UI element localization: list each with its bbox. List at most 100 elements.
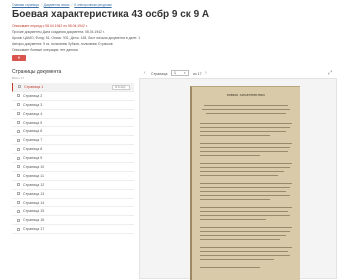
page-list-item-label: Страница 1 <box>24 84 44 89</box>
document-text-line <box>200 227 292 228</box>
page-list-item-label: Страница 2 <box>23 93 43 98</box>
zoom-icon[interactable]: ⤢ <box>328 70 332 76</box>
document-text-line <box>200 219 266 220</box>
page-checkbox[interactable] <box>17 183 20 187</box>
page-list-item[interactable]: Страница 13 <box>12 190 134 199</box>
page-list-item-label: Страница 15 <box>23 209 45 214</box>
document-text-line <box>200 171 284 172</box>
breadcrumb: Главная страница / Документы эпохи / К элект… <box>12 3 112 7</box>
breadcrumb-link-resources[interactable]: К электронным ресурсам <box>74 3 111 7</box>
page-list-item[interactable]: Страница 1 К 1 стр. <box>12 83 134 92</box>
page-checkbox[interactable] <box>17 121 20 124</box>
document-text-line <box>200 135 270 136</box>
page-checkbox[interactable] <box>17 103 20 107</box>
page-list-item[interactable]: Страница 8 <box>12 145 134 155</box>
document-text-line <box>200 151 288 152</box>
next-page-icon[interactable]: › <box>205 70 207 76</box>
document-text-line <box>200 191 286 192</box>
chevron-down-icon: ▾ <box>184 71 186 75</box>
document-scan-title: БОЕВАЯ ХАРАКТЕРИСТИКА <box>227 93 265 97</box>
page-list-item[interactable]: Страница 6 <box>12 127 134 137</box>
viewer-toolbar <box>139 67 337 79</box>
page-checkbox[interactable] <box>17 147 20 151</box>
document-text-line <box>204 105 288 106</box>
document-scan-image: БОЕВАЯ ХАРАКТЕРИСТИКА <box>190 86 300 280</box>
document-text-line <box>200 131 286 132</box>
page-checkbox[interactable] <box>18 85 21 89</box>
document-text-line <box>200 215 290 216</box>
page-checkbox[interactable] <box>17 129 20 133</box>
page-total: из 17 <box>193 72 202 76</box>
page-list-item-label: Страница 7 <box>23 138 43 143</box>
page-list-item-label: Страница 6 <box>23 129 43 134</box>
page-checkbox[interactable] <box>17 165 20 169</box>
meta-line-2: Архив: ЦАМО, Фонд: 51, Опись: 931, Дело:… <box>12 36 141 40</box>
document-text-line <box>202 109 290 110</box>
page-list-item[interactable]: Страница 15 <box>12 207 134 217</box>
page-list-item[interactable]: Страница 9 <box>12 154 134 164</box>
page-checkbox[interactable] <box>17 138 20 142</box>
page-list-item[interactable]: Страница 16 <box>12 216 134 226</box>
document-text-line <box>200 255 290 256</box>
breadcrumb-link-home[interactable]: Главная страница <box>12 3 39 7</box>
prev-page-icon[interactable]: ‹ <box>144 70 146 76</box>
page-checkbox[interactable] <box>17 192 20 196</box>
pages-count: Всего 17 <box>12 76 25 80</box>
go-to-page-button[interactable]: К 1 стр. <box>111 84 130 90</box>
page-list-item-label: Страница 8 <box>23 147 43 152</box>
document-text-line <box>200 187 290 188</box>
page-checkbox[interactable] <box>17 218 20 222</box>
breadcrumb-link-documents[interactable]: Документы эпохи <box>44 3 70 7</box>
document-text-line <box>200 167 290 168</box>
page-checkbox[interactable] <box>17 156 20 160</box>
document-text-line <box>200 207 292 208</box>
document-text-line <box>200 163 292 164</box>
document-text-line <box>200 183 292 184</box>
pages-heading: Страницы документа <box>12 69 62 75</box>
document-text-line <box>200 239 280 240</box>
period-text: Описывает период с 08.04.1942 по 08.04.1… <box>12 24 88 28</box>
page-checkbox[interactable] <box>17 227 20 231</box>
document-text-line <box>200 155 260 156</box>
breadcrumb-separator: / <box>40 3 42 7</box>
document-text-line <box>200 195 290 196</box>
page-list-item-label: Страница 3 <box>23 102 43 107</box>
page-list-item[interactable]: Страница 10 <box>12 163 134 172</box>
document-text-line <box>200 235 286 236</box>
pages-list: Страница 1 К 1 стр. Страница 2 Страница 3 Ст… <box>12 83 134 235</box>
page-checkbox[interactable] <box>17 94 20 98</box>
document-text-line <box>200 211 288 212</box>
document-text-line <box>200 143 292 144</box>
page-list-item[interactable]: Страница 3 <box>12 101 134 110</box>
document-text-line <box>200 231 290 232</box>
page-list-item[interactable]: Страница 2 <box>12 92 134 101</box>
page-checkbox[interactable] <box>17 112 20 116</box>
page-list-item[interactable]: Страница 17 <box>12 225 134 235</box>
meta-line-4: Описывает боевые операции: нет данных <box>12 48 79 52</box>
page-title: Боевая характеристика 43 осбр 9 ск 9 А <box>12 9 210 20</box>
document-text-line <box>200 199 270 200</box>
page-list-item[interactable]: Страница 12 <box>12 181 134 190</box>
page-list-item-label: Страница 10 <box>23 164 45 169</box>
page-list-item[interactable]: Страница 7 <box>12 136 134 146</box>
page-checkbox[interactable] <box>17 209 20 213</box>
page-list-item-label: Страница 12 <box>23 182 45 187</box>
document-text-line <box>200 175 278 176</box>
document-text-line <box>200 147 290 148</box>
page-list-item[interactable]: Страница 11 <box>12 172 134 181</box>
page-list-item-label: Страница 13 <box>23 191 45 196</box>
page-checkbox[interactable] <box>17 201 20 205</box>
share-button[interactable]: Ф <box>12 55 26 61</box>
page-select-value: 1 <box>174 71 176 75</box>
page-select[interactable]: 1 <box>171 70 189 76</box>
page-list-item[interactable]: Страница 5 <box>12 119 134 128</box>
page-list-item[interactable]: Страница 14 <box>12 199 134 208</box>
document-text-line <box>200 267 260 268</box>
page-checkbox[interactable] <box>17 174 20 178</box>
breadcrumb-separator: / <box>71 3 73 7</box>
page-list-item-label: Страница 14 <box>23 200 45 205</box>
page-list-item[interactable]: Страница 4 <box>12 110 134 119</box>
page-label: Страница: <box>151 72 169 76</box>
page-list-item-label: Страница 9 <box>23 156 43 161</box>
page-list-item-label: Страница 17 <box>23 227 45 232</box>
